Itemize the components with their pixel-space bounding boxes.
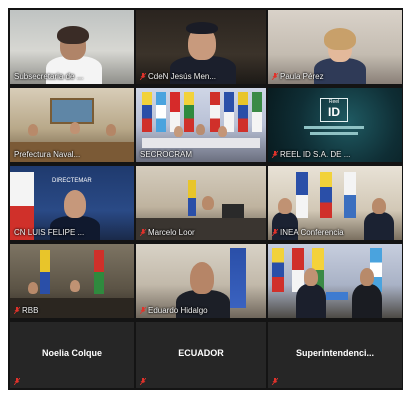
flag (142, 92, 152, 132)
flag (320, 172, 332, 218)
participant-head (28, 282, 38, 294)
banner-caption: DIRECTEMAR (52, 178, 92, 184)
video-tile-rbb[interactable]: RBB (10, 244, 134, 318)
video-tile-reel-id[interactable]: Reel ID REEL ID S.A. DE ... (268, 88, 402, 162)
flag (40, 250, 50, 294)
participant-figure (364, 212, 394, 240)
flag (272, 248, 284, 292)
flag (230, 248, 246, 308)
participant-head (70, 122, 80, 134)
video-tile-prefectura-naval[interactable]: Prefectura Naval... (10, 88, 134, 162)
video-tile-eduardo-hidalgo[interactable]: Eduardo Hidalgo (136, 244, 266, 318)
reel-id-logo: Reel ID (320, 98, 348, 122)
participant-name-label: RBB (14, 306, 38, 315)
participant-figure (352, 284, 382, 318)
flag (296, 172, 308, 218)
participant-name-label: Subsecretaria de ... (14, 72, 84, 81)
presentation-text-line (310, 132, 358, 135)
video-tile-ceremony[interactable] (268, 244, 402, 318)
flag (156, 92, 166, 132)
participant-figure (296, 284, 326, 318)
participant-head (174, 126, 183, 137)
participant-head (218, 126, 227, 137)
participant-head (372, 198, 386, 214)
participant-cap (186, 22, 218, 34)
reel-logo-text: ID (328, 105, 340, 119)
flag (344, 172, 356, 218)
participant-display-name: ECUADOR (178, 348, 224, 358)
video-tile-cn-luis-felipe[interactable]: DIRECTEMAR CN LUIS FELIPE ... (10, 166, 134, 240)
wall-frame (50, 98, 94, 124)
participant-display-name: Noelia Colque (41, 348, 102, 358)
participant-name-label: INEA Conferencia (272, 228, 344, 237)
video-tile-inea-conferencia[interactable]: INEA Conferencia (268, 166, 402, 240)
participant-display-name: Superintendenci... (295, 348, 374, 358)
participant-head (190, 262, 214, 294)
podium-table (142, 138, 260, 148)
flag (210, 92, 220, 132)
flag (188, 180, 196, 216)
participant-head (70, 280, 80, 292)
participant-head (278, 198, 292, 214)
video-tile-ecuador[interactable]: ECUADOR (136, 322, 266, 388)
flag (94, 250, 104, 294)
participant-head (304, 268, 318, 286)
participant-head (28, 124, 38, 136)
participant-name-label: Marcelo Loor (140, 228, 195, 237)
participant-name-label: Paula Pérez (272, 72, 324, 81)
laptop (222, 204, 244, 218)
award-plaque (326, 292, 348, 300)
muted-mic-icon (272, 378, 278, 385)
participant-head (360, 268, 374, 286)
muted-mic-icon (14, 307, 20, 314)
muted-mic-icon (140, 378, 146, 385)
participant-head (64, 190, 86, 218)
participant-name-label (140, 378, 146, 385)
video-gallery: Subsecretaria de ... CdeN Jesús Men... P… (8, 8, 403, 390)
muted-mic-icon (272, 229, 278, 236)
video-tile-superintendencia[interactable]: Superintendenci... (268, 322, 402, 388)
participant-name-label: SECROCRAM (140, 150, 193, 159)
video-tile-noelia-colque[interactable]: Noelia Colque (10, 322, 134, 388)
participant-name-label: REEL ID S.A. DE ... (272, 150, 350, 159)
presentation-text-line (304, 126, 364, 129)
participant-name-label: CN LUIS FELIPE ... (14, 228, 85, 237)
flag (224, 92, 234, 132)
muted-mic-icon (140, 73, 146, 80)
muted-mic-icon (140, 229, 146, 236)
participant-name-label (14, 378, 20, 385)
flag (238, 92, 248, 132)
participant-name-label (272, 378, 278, 385)
video-tile-subsecretaria[interactable]: Subsecretaria de ... (10, 10, 134, 84)
video-tile-secrocram-active-speaker[interactable]: SECROCRAM (136, 88, 266, 162)
muted-mic-icon (272, 151, 278, 158)
muted-mic-icon (140, 307, 146, 314)
participant-name-label: Eduardo Hidalgo (140, 306, 208, 315)
muted-mic-icon (272, 73, 278, 80)
flag (184, 92, 194, 132)
flag (252, 92, 262, 132)
video-tile-marcelo-loor[interactable]: Marcelo Loor (136, 166, 266, 240)
participant-head (202, 196, 214, 210)
participant-head (106, 124, 116, 136)
participant-head (196, 124, 205, 135)
participant-hair (324, 28, 356, 50)
participant-name-label: CdeN Jesús Men... (140, 72, 216, 81)
video-tile-paula-perez[interactable]: Paula Pérez (268, 10, 402, 84)
video-tile-cden-jesus[interactable]: CdeN Jesús Men... (136, 10, 266, 84)
participant-hair (57, 26, 89, 44)
participant-name-label: Prefectura Naval... (14, 150, 81, 159)
muted-mic-icon (14, 378, 20, 385)
